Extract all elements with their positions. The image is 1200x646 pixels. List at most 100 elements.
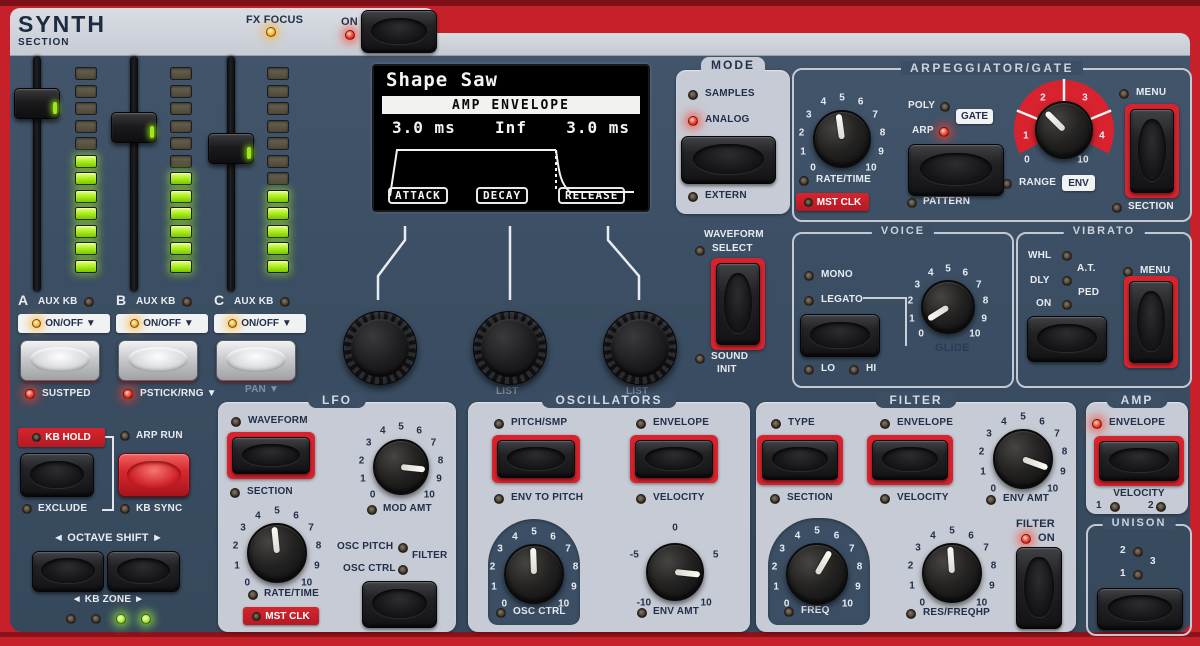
osc-pitch-button-cap[interactable] [497, 440, 575, 478]
filter-type-button[interactable] [757, 435, 843, 485]
mode-button[interactable] [681, 136, 776, 184]
arp-rate-knob-scale-1: 1 [800, 146, 806, 157]
fader-b[interactable] [111, 112, 157, 143]
lfo-clk-button[interactable] [362, 581, 437, 628]
arp-rate-knob[interactable] [813, 110, 871, 168]
freq-knob-scale-10: 10 [842, 599, 853, 610]
meter-a-seg-1 [75, 67, 97, 80]
arp-led [939, 127, 949, 137]
amp-envelope-led [1092, 419, 1102, 429]
filter-on-led [1021, 534, 1031, 544]
meter-b-seg-1 [170, 67, 192, 80]
arp-range-knob[interactable] [1035, 101, 1093, 159]
lfo-waveform-button-cap[interactable] [232, 437, 310, 474]
lfo-waveform-button[interactable] [227, 432, 315, 479]
pitch-smp-label: PITCH/SMP [511, 417, 567, 428]
osc-env-button[interactable] [630, 435, 718, 483]
fader-c[interactable] [208, 133, 254, 164]
osc-ctrl-knob-scale-1: 1 [491, 581, 497, 592]
filter-envelope-led [880, 419, 890, 429]
waveform-select-button[interactable] [711, 258, 765, 350]
freq-knob-scale-6: 6 [834, 530, 840, 541]
env-to-pitch-label: ENV TO PITCH [511, 492, 583, 503]
gate-tag: GATE [956, 109, 993, 124]
filter-envelope-label: ENVELOPE [897, 417, 953, 428]
hi-label: HI [866, 363, 876, 374]
aux-c-button[interactable] [216, 340, 296, 381]
samples-label: SAMPLES [705, 88, 755, 99]
res-knob-scale-3: 3 [915, 543, 921, 554]
soft-knob-1[interactable] [343, 311, 417, 385]
arp-section-label: SECTION [1128, 201, 1174, 212]
arp-section-button-cap[interactable] [1130, 109, 1174, 193]
fan-3-label: 3 [1082, 93, 1088, 104]
pattern-label: PATTERN [923, 196, 970, 207]
arp-rate-knob-scale-0: 0 [810, 162, 816, 173]
osc-env-amt-knob-scale-0: 0 [672, 523, 678, 534]
filter-env-amt-knob[interactable] [993, 429, 1053, 489]
octave-down-button[interactable] [32, 551, 104, 592]
lfo-rate-knob[interactable] [247, 523, 307, 583]
filter-env-button-cap[interactable] [872, 440, 948, 480]
arp-run-led [120, 431, 130, 441]
lfo-mod-amt-knob[interactable] [373, 439, 429, 495]
arp-section-button[interactable] [1125, 104, 1179, 198]
lo-label: LO [821, 363, 835, 374]
fader-b-track[interactable] [130, 56, 138, 292]
glide-knob[interactable] [921, 280, 975, 334]
aux-b-led [182, 297, 192, 307]
aux-b-button[interactable] [118, 340, 198, 381]
kb-hold-button[interactable] [20, 453, 94, 497]
unison-button[interactable] [1097, 588, 1183, 630]
meter-c-seg-2 [267, 85, 289, 98]
meter-c-seg-9 [267, 207, 289, 220]
list-label-2: LIST [626, 386, 648, 397]
synth-on-button[interactable] [361, 10, 437, 53]
extern-label: EXTERN [705, 190, 747, 201]
lfo-mst-clk-tag-led [252, 612, 261, 621]
osc-env-button-cap[interactable] [635, 440, 713, 478]
soft-knob-2[interactable] [473, 311, 547, 385]
aux-a-button[interactable] [20, 340, 100, 381]
osc-envelope-led [636, 419, 646, 429]
soft-knob-3[interactable] [603, 311, 677, 385]
osc-pitch-button[interactable] [492, 435, 580, 483]
osc-pitch-led [398, 543, 408, 553]
filter-env-button[interactable] [867, 435, 953, 485]
fader-a[interactable] [14, 88, 60, 119]
osc-ctrl-knob-scale-0: 0 [502, 598, 508, 609]
osc-env-amt-knob[interactable] [646, 543, 704, 601]
lfo-mod-amt-knob-scale-1: 1 [360, 474, 366, 485]
filter-on-button[interactable] [1016, 547, 1062, 629]
arp-rate-knob-scale-2: 2 [799, 127, 805, 138]
fan-10-label: 10 [1077, 155, 1089, 166]
freq-knob[interactable] [786, 543, 848, 605]
res-knob[interactable] [922, 543, 982, 603]
vibrato-button[interactable] [1027, 316, 1107, 362]
amp-env-button[interactable] [1094, 436, 1184, 486]
arp-run-button[interactable] [118, 453, 190, 497]
lfo-osc-ctrl-label: OSC CTRL [343, 563, 396, 574]
unison-1-led [1133, 570, 1143, 580]
lfo-section-label: SECTION [247, 486, 293, 497]
arp-rate-knob-scale-5: 5 [839, 93, 845, 104]
osc-envelope-label: ENVELOPE [653, 417, 709, 428]
filter-env-amt-knob-scale-10: 10 [1047, 483, 1058, 494]
waveform-select-button-cap[interactable] [716, 263, 760, 345]
voice-button[interactable] [800, 314, 880, 357]
lfo-mod-amt-knob-scale-9: 9 [436, 474, 442, 485]
glide-knob-scale-10: 10 [969, 328, 980, 339]
amp-env-button-cap[interactable] [1099, 441, 1179, 481]
freq-knob-scale-0: 0 [784, 599, 790, 610]
arp-led-label: ARP [912, 125, 934, 136]
fader-c-track[interactable] [227, 56, 235, 292]
vibrato-menu-button-cap[interactable] [1129, 281, 1173, 363]
pattern-button[interactable] [908, 144, 1004, 196]
freq-knob-scale-5: 5 [814, 526, 820, 537]
osc-ctrl-knob[interactable] [504, 544, 564, 604]
filter-type-button-cap[interactable] [762, 440, 838, 480]
octave-up-button[interactable] [107, 551, 180, 592]
zone-led-1 [66, 614, 76, 624]
meter-c-seg-4 [267, 120, 289, 133]
vibrato-menu-button[interactable] [1124, 276, 1178, 368]
